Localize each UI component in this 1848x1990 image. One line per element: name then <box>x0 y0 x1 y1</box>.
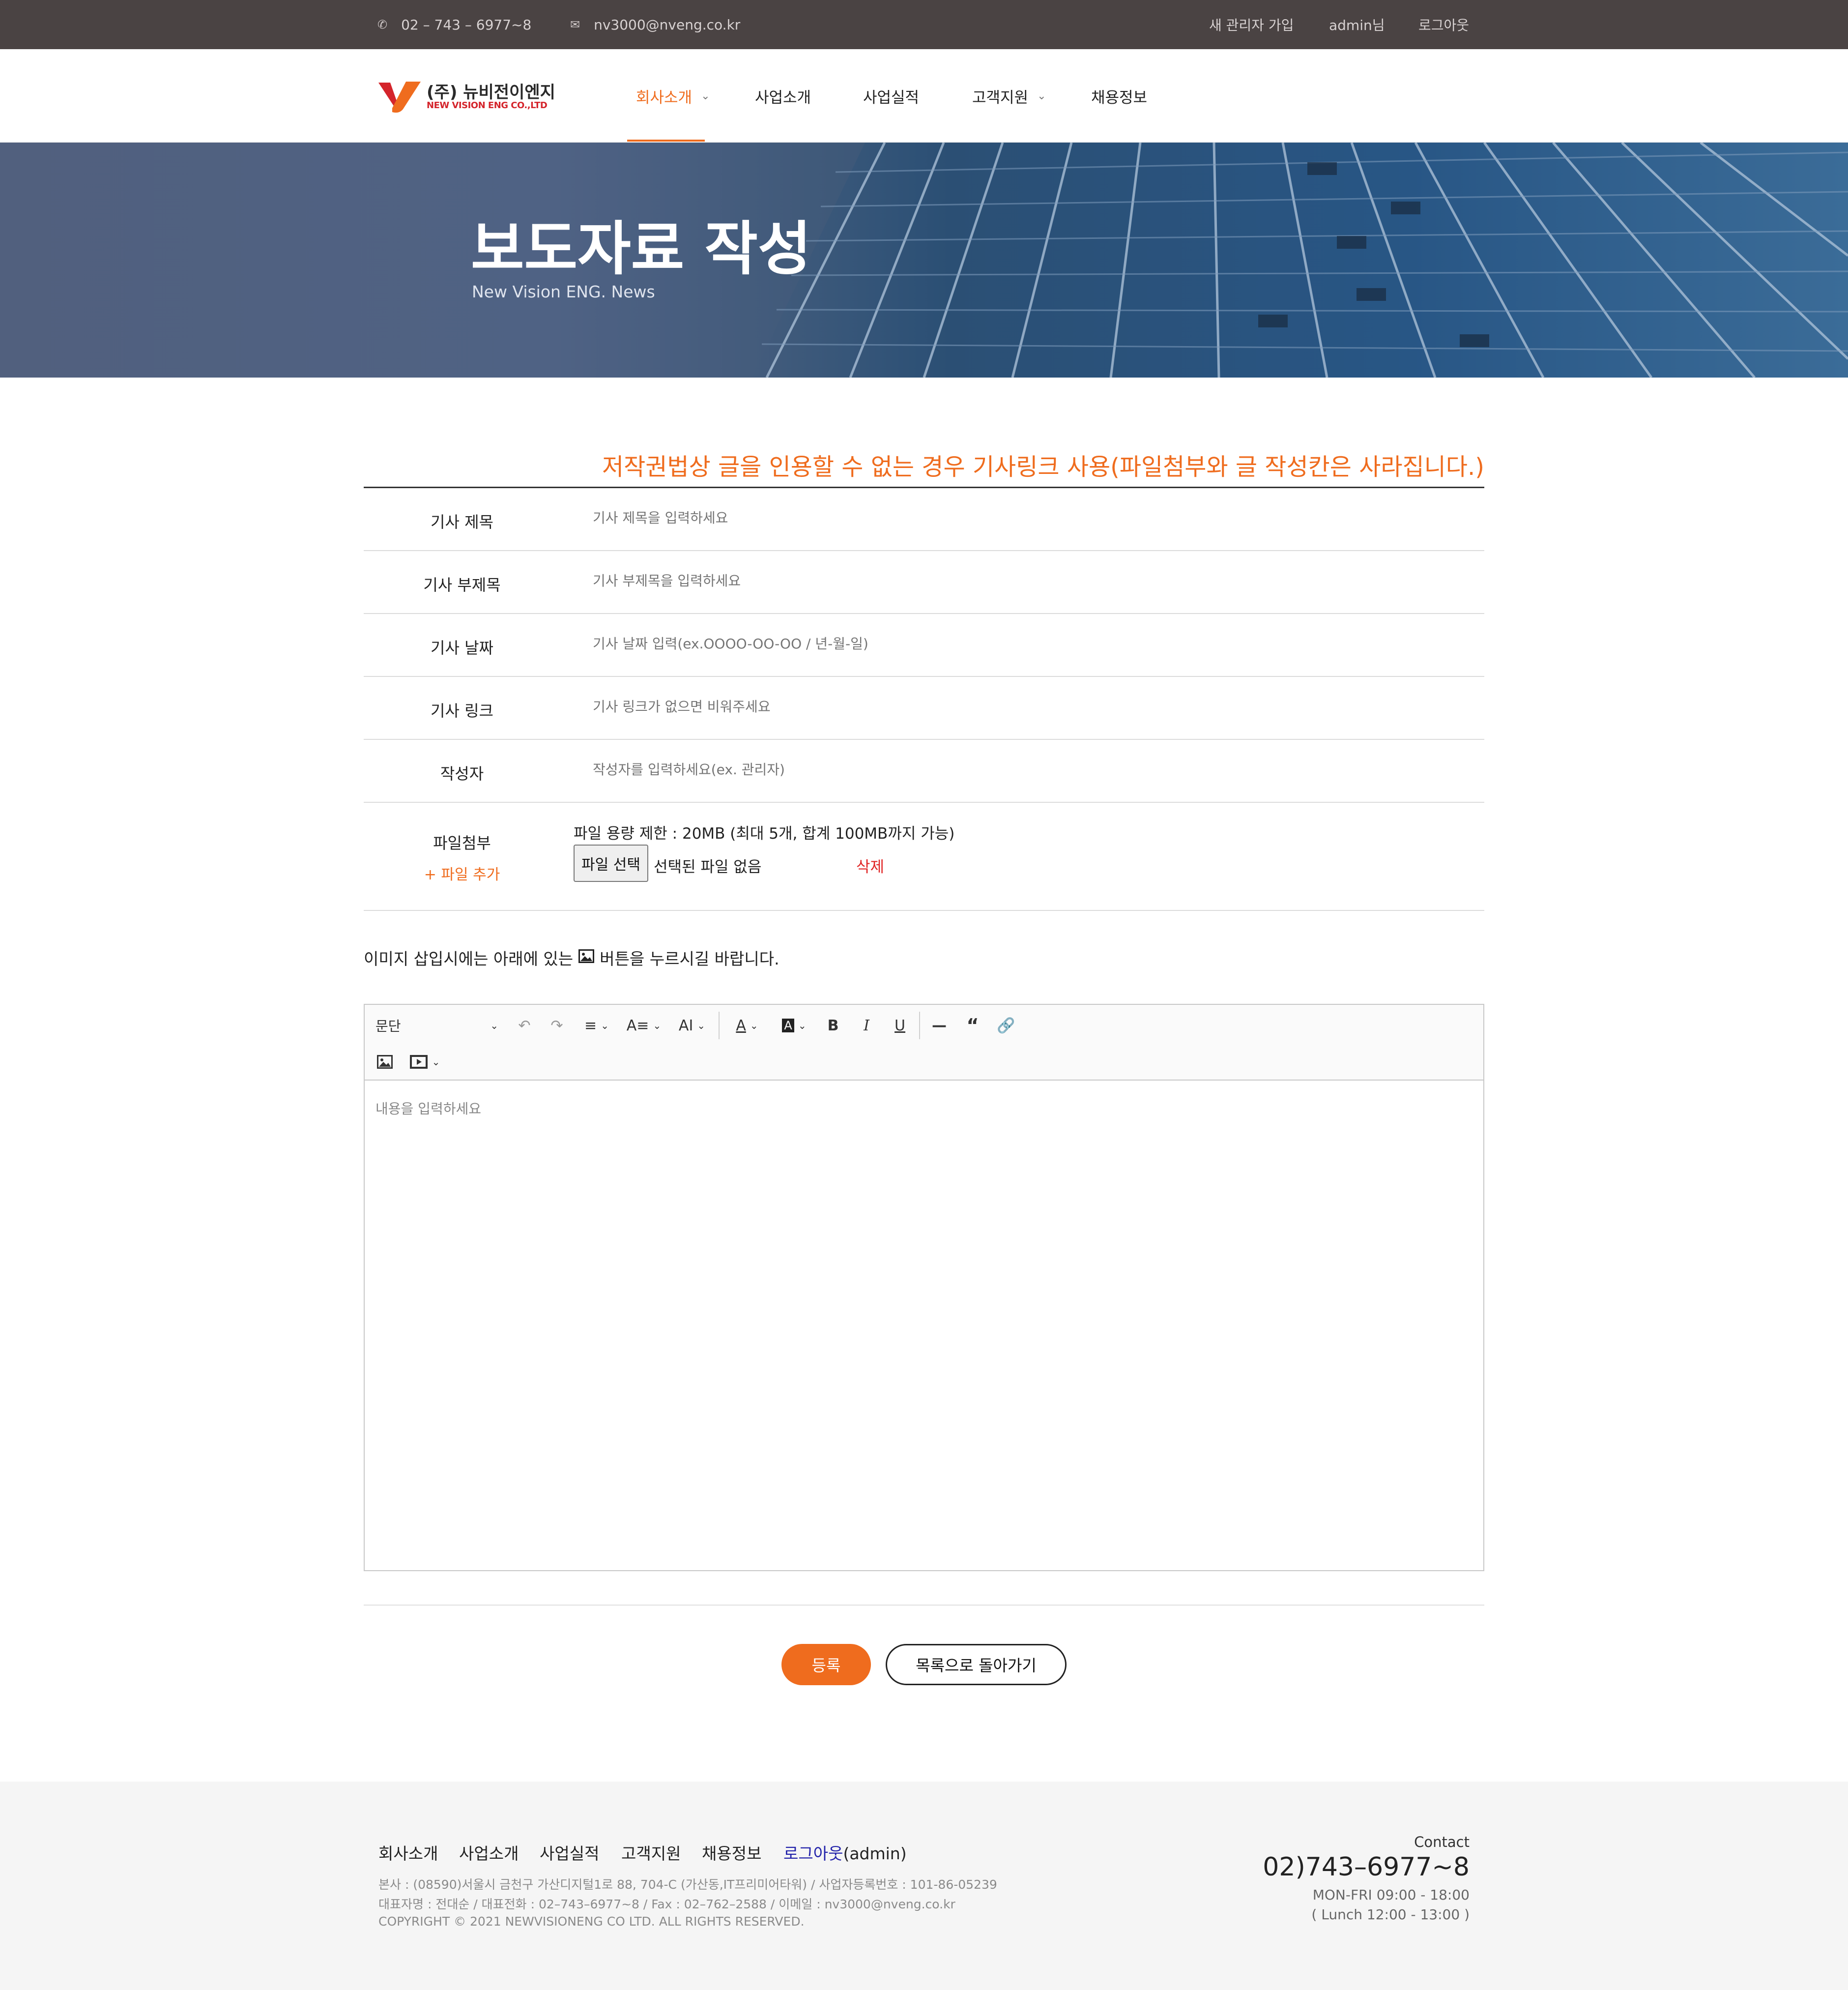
nav-support-label: 고객지원 <box>972 88 1029 107</box>
footer-nav-support[interactable]: 고객지원 <box>621 1841 681 1864</box>
field-label: 기사 부제목 <box>423 576 501 594</box>
contact-phone: 02)743–6977~8 <box>1263 1852 1470 1882</box>
paragraph-select[interactable]: 문단 ⌄ <box>375 1012 498 1039</box>
footer-logout-link[interactable]: 로그아웃 <box>783 1844 843 1863</box>
blockquote-icon[interactable]: “ <box>960 1012 985 1039</box>
form-bottom-divider <box>364 1605 1484 1606</box>
page-banner <box>0 143 1848 378</box>
file-size-limit: 파일 용량 제한 : 20MB (최대 5개, 합계 100MB까지 가능) <box>574 825 955 843</box>
footer-nav-business[interactable]: 사업소개 <box>459 1841 519 1864</box>
redo-icon[interactable]: ↷ <box>545 1012 569 1039</box>
topbar-phone-text: 02 – 743 – 6977~8 <box>401 16 532 33</box>
chevron-down-icon: ⌄ <box>1037 89 1046 102</box>
paragraph-select-label: 문단 <box>375 1018 401 1034</box>
topbar-logout-link[interactable]: 로그아웃 <box>1418 0 1469 49</box>
nav-company-label: 회사소개 <box>636 88 693 107</box>
field-row-link: 기사 링크 <box>364 677 1484 740</box>
footer-nav-company[interactable]: 회사소개 <box>378 1841 438 1864</box>
site-header: (주) 뉴비전이엔지 NEW VISION ENG CO.,LTD 회사소개 ⌄… <box>0 49 1848 143</box>
field-label: 기사 제목 <box>431 513 493 531</box>
footer-logout: 로그아웃(admin) <box>783 1841 907 1864</box>
no-file-selected-text: 선택된 파일 없음 <box>654 858 762 876</box>
copyright-notice: 저작권법상 글을 인용할 수 없는 경우 기사링크 사용(파일첨부와 글 작성칸… <box>602 453 1484 481</box>
business-hours: MON-FRI 09:00 - 18:00 <box>1312 1887 1470 1903</box>
toolbar-separator <box>919 1012 920 1039</box>
add-file-button[interactable]: + 파일 추가 <box>364 862 560 884</box>
chevron-down-icon: ⌄ <box>490 1020 498 1031</box>
nav-company[interactable]: 회사소개 ⌄ <box>636 49 710 143</box>
envelope-icon: ✉ <box>570 18 580 31</box>
footer-nav-results[interactable]: 사업실적 <box>540 1841 599 1864</box>
image-insert-hint: 이미지 삽입시에는 아래에 있는 버튼을 누르시길 바랍니다. <box>364 946 780 969</box>
bold-icon[interactable]: B <box>821 1012 845 1039</box>
phone-icon: ✆ <box>377 18 388 31</box>
italic-icon[interactable]: I <box>854 1012 879 1039</box>
image-hint-after: 버튼을 누르시길 바랍니다. <box>600 949 780 968</box>
topbar-phone: ✆ 02 – 743 – 6977~8 <box>377 0 531 49</box>
nav-support[interactable]: 고객지원 ⌄ <box>972 49 1046 143</box>
footer-ceo-info: 대표자명 : 전대순 / 대표전화 : 02–743–6977~8 / Fax … <box>378 1897 955 1911</box>
logo-english-name: NEW VISION ENG CO.,LTD <box>427 100 548 111</box>
image-icon[interactable] <box>373 1048 397 1076</box>
topbar-email-text: nv3000@nveng.co.kr <box>594 16 741 33</box>
nav-business[interactable]: 사업소개 <box>755 49 811 143</box>
article-date-input[interactable] <box>593 636 1428 652</box>
field-row-subtitle: 기사 부제목 <box>364 551 1484 614</box>
background-color-icon[interactable]: A ⌄ <box>774 1012 815 1039</box>
field-label: 기사 링크 <box>431 702 493 720</box>
footer-copyright: COPYRIGHT © 2021 NEWVISIONENG CO LTD. AL… <box>378 1914 805 1929</box>
field-row-author: 작성자 <box>364 740 1484 803</box>
nav-active-indicator <box>627 140 705 142</box>
font-size-icon[interactable]: A≡ ⌄ <box>624 1012 664 1039</box>
contact-label: Contact <box>1414 1834 1470 1850</box>
rich-text-editor: 문단 ⌄ ↶ ↷ ≡ ⌄ A≡ ⌄ AI ⌄ A ⌄ A ⌄ B I U — “ 🔗 ⌄ … <box>364 1004 1484 1571</box>
delete-file-button[interactable]: 삭제 <box>856 854 884 877</box>
attachment-label: 파일첨부 <box>433 834 491 852</box>
field-row-date: 기사 날짜 <box>364 614 1484 677</box>
toolbar-separator <box>719 1012 720 1039</box>
building-image <box>752 143 1848 378</box>
image-hint-before: 이미지 삽입시에는 아래에 있는 <box>364 949 574 968</box>
lunch-hours: ( Lunch 12:00 - 13:00 ) <box>1311 1906 1470 1923</box>
article-title-input[interactable] <box>593 510 1428 526</box>
chevron-down-icon: ⌄ <box>701 89 710 102</box>
horizontal-line-icon[interactable]: — <box>927 1012 952 1039</box>
new-admin-link[interactable]: 새 관리자 가입 <box>1209 0 1294 49</box>
undo-icon[interactable]: ↶ <box>512 1012 537 1039</box>
footer-nav-careers[interactable]: 채용정보 <box>702 1841 761 1864</box>
topbar-email: ✉ nv3000@nveng.co.kr <box>570 0 740 49</box>
media-icon[interactable]: ⌄ <box>405 1048 444 1076</box>
article-subtitle-input[interactable] <box>593 573 1428 589</box>
field-label: 기사 날짜 <box>431 639 493 657</box>
nav-results[interactable]: 사업실적 <box>863 49 919 143</box>
footer-admin-label: (admin) <box>843 1844 907 1863</box>
top-bar: ✆ 02 – 743 – 6977~8 ✉ nv3000@nveng.co.kr… <box>0 0 1848 49</box>
image-icon <box>578 948 595 967</box>
page-title: 보도자료 작성 <box>471 215 811 283</box>
align-icon[interactable]: ≡ ⌄ <box>577 1012 616 1039</box>
field-label: 작성자 <box>440 764 484 783</box>
choose-file-button[interactable]: 파일 선택 <box>574 845 648 882</box>
page-subtitle: New Vision ENG. News <box>472 282 655 301</box>
link-icon[interactable]: 🔗 <box>994 1012 1018 1039</box>
article-link-input[interactable] <box>593 699 1428 715</box>
editor-toolbar: 문단 ⌄ ↶ ↷ ≡ ⌄ A≡ ⌄ AI ⌄ A ⌄ A ⌄ B I U — “ 🔗 ⌄ <box>365 1005 1483 1081</box>
logo-mark-icon <box>378 82 421 113</box>
editor-content-area[interactable]: 내용을 입력하세요 <box>375 1098 481 1118</box>
underline-icon[interactable]: U <box>888 1012 912 1039</box>
company-logo[interactable]: (주) 뉴비전이엔지 NEW VISION ENG CO.,LTD <box>377 77 555 116</box>
font-family-icon[interactable]: AI ⌄ <box>671 1012 713 1039</box>
field-row-title: 기사 제목 <box>364 488 1484 551</box>
back-to-list-button[interactable]: 목록으로 돌아가기 <box>886 1644 1067 1685</box>
site-footer: 회사소개 사업소개 사업실적 고객지원 채용정보 로그아웃(admin) 본사 … <box>0 1782 1848 1990</box>
footer-address: 본사 : (08590)서울시 금천구 가산디지털1로 88, 704-C (가… <box>378 1877 997 1892</box>
submit-button[interactable]: 등록 <box>781 1644 871 1685</box>
nav-careers[interactable]: 채용정보 <box>1091 49 1147 143</box>
field-row-attachment <box>364 803 1484 911</box>
user-name: admin님 <box>1329 17 1385 33</box>
logo-korean-name: (주) 뉴비전이엔지 <box>427 83 555 102</box>
font-color-icon[interactable]: A ⌄ <box>726 1012 768 1039</box>
author-input[interactable] <box>593 761 1428 778</box>
